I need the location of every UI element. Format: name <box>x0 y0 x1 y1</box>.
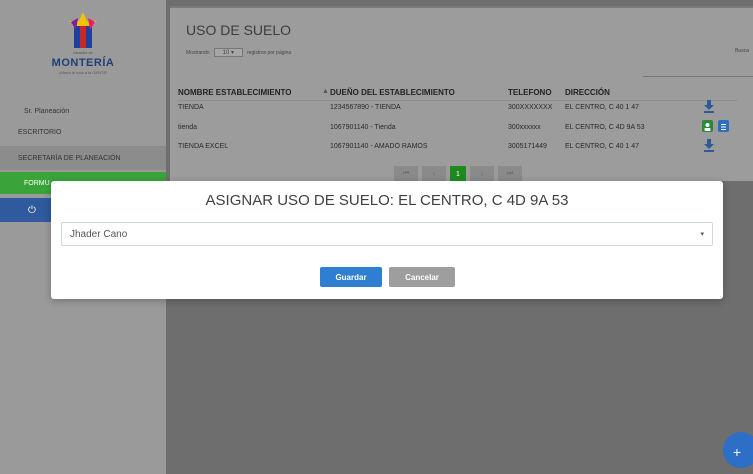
header-divider <box>178 100 738 101</box>
chevron-down-icon: ▾ <box>230 50 234 56</box>
power-icon: ⏻ <box>28 204 36 216</box>
page-length-control: Mostrando 10 ▾ registros por página <box>186 48 291 57</box>
sidebar-item-escritorio[interactable]: ESCRITORIO <box>0 120 166 144</box>
assign-user-icon[interactable] <box>702 120 713 132</box>
plus-icon: + <box>732 444 742 460</box>
page-next-button[interactable]: › <box>470 166 494 182</box>
cell-telefono: 3005171449 <box>508 143 547 150</box>
cell-dueno: 1067901140 - AMADO RAMOS <box>330 143 428 150</box>
search-label: Busca <box>735 48 749 54</box>
pagination: ⏮ ‹ 1 › ⏭ <box>394 166 522 182</box>
monteria-logo-icon <box>66 12 100 50</box>
cancel-button[interactable]: Cancelar <box>389 267 455 287</box>
showing-suffix: registros por página <box>247 49 292 56</box>
sort-asc-icon: ▲ <box>322 88 329 95</box>
search-input[interactable] <box>643 76 753 77</box>
logo-area: Alcaldía de MONTERÍA ¡Ahora le toca a la… <box>0 0 166 98</box>
page-length-value: 10 <box>222 50 230 56</box>
cell-direccion: EL CENTRO, C 40 1 47 <box>565 143 640 150</box>
column-header-dueno[interactable]: DUEÑO DEL ESTABLECIMIENTO <box>330 88 455 97</box>
cell-direccion: EL CENTRO, C 40 1 47 <box>565 104 640 111</box>
logo-pre-text: Alcaldía de <box>73 50 93 55</box>
logo-slogan: ¡Ahora le toca a la GENTE! <box>58 70 108 75</box>
page-prev-button[interactable]: ‹ <box>422 166 446 182</box>
cell-telefono: 300XXXXXXX <box>508 104 553 111</box>
cell-nombre: TIENDA EXCEL <box>178 143 229 150</box>
chevron-down-icon: ▾ <box>700 231 704 238</box>
user-select[interactable]: Jhader Cano ▾ <box>61 222 713 246</box>
download-icon[interactable] <box>704 100 714 113</box>
logo-text: MONTERÍA <box>51 57 115 69</box>
sidebar-item-secretaria[interactable]: SECRETARÍA DE PLANEACIÓN <box>0 146 166 170</box>
column-header-nombre[interactable]: NOMBRE ESTABLECIMIENTO <box>178 88 291 97</box>
page-current-button[interactable]: 1 <box>450 166 466 182</box>
modal-title: ASIGNAR USO DE SUELO: EL CENTRO, C 4D 9A… <box>205 192 569 209</box>
add-fab-button[interactable]: + <box>723 432 753 468</box>
page-title: USO DE SUELO <box>186 22 292 38</box>
user-select-value: Jhader Cano <box>70 228 128 240</box>
cell-dueno: 1234567890 - TIENDA <box>330 104 401 111</box>
download-icon[interactable] <box>704 139 714 152</box>
document-icon[interactable] <box>718 120 729 132</box>
cell-dueno: 1067901140 - Tienda <box>330 124 396 131</box>
page-last-button[interactable]: ⏭ <box>498 166 522 182</box>
save-button[interactable]: Guardar <box>320 267 382 287</box>
cell-nombre: TIENDA <box>178 104 204 111</box>
column-header-direccion[interactable]: DIRECCIÓN <box>565 88 610 97</box>
cell-nombre: tienda <box>178 124 198 131</box>
content-panel: USO DE SUELO Mostrando 10 ▾ registros po… <box>170 6 753 182</box>
page-length-select[interactable]: 10 ▾ <box>213 48 243 57</box>
cell-direccion: EL CENTRO, C 4D 9A 53 <box>565 124 645 131</box>
user-name: Sr. Planeación <box>24 108 70 115</box>
column-header-telefono[interactable]: TELEFONO <box>508 88 552 97</box>
assign-modal: ASIGNAR USO DE SUELO: EL CENTRO, C 4D 9A… <box>51 181 723 299</box>
page-first-button[interactable]: ⏮ <box>394 166 418 182</box>
showing-prefix: Mostrando <box>186 49 210 56</box>
cell-telefono: 300xxxxxx <box>508 124 541 131</box>
